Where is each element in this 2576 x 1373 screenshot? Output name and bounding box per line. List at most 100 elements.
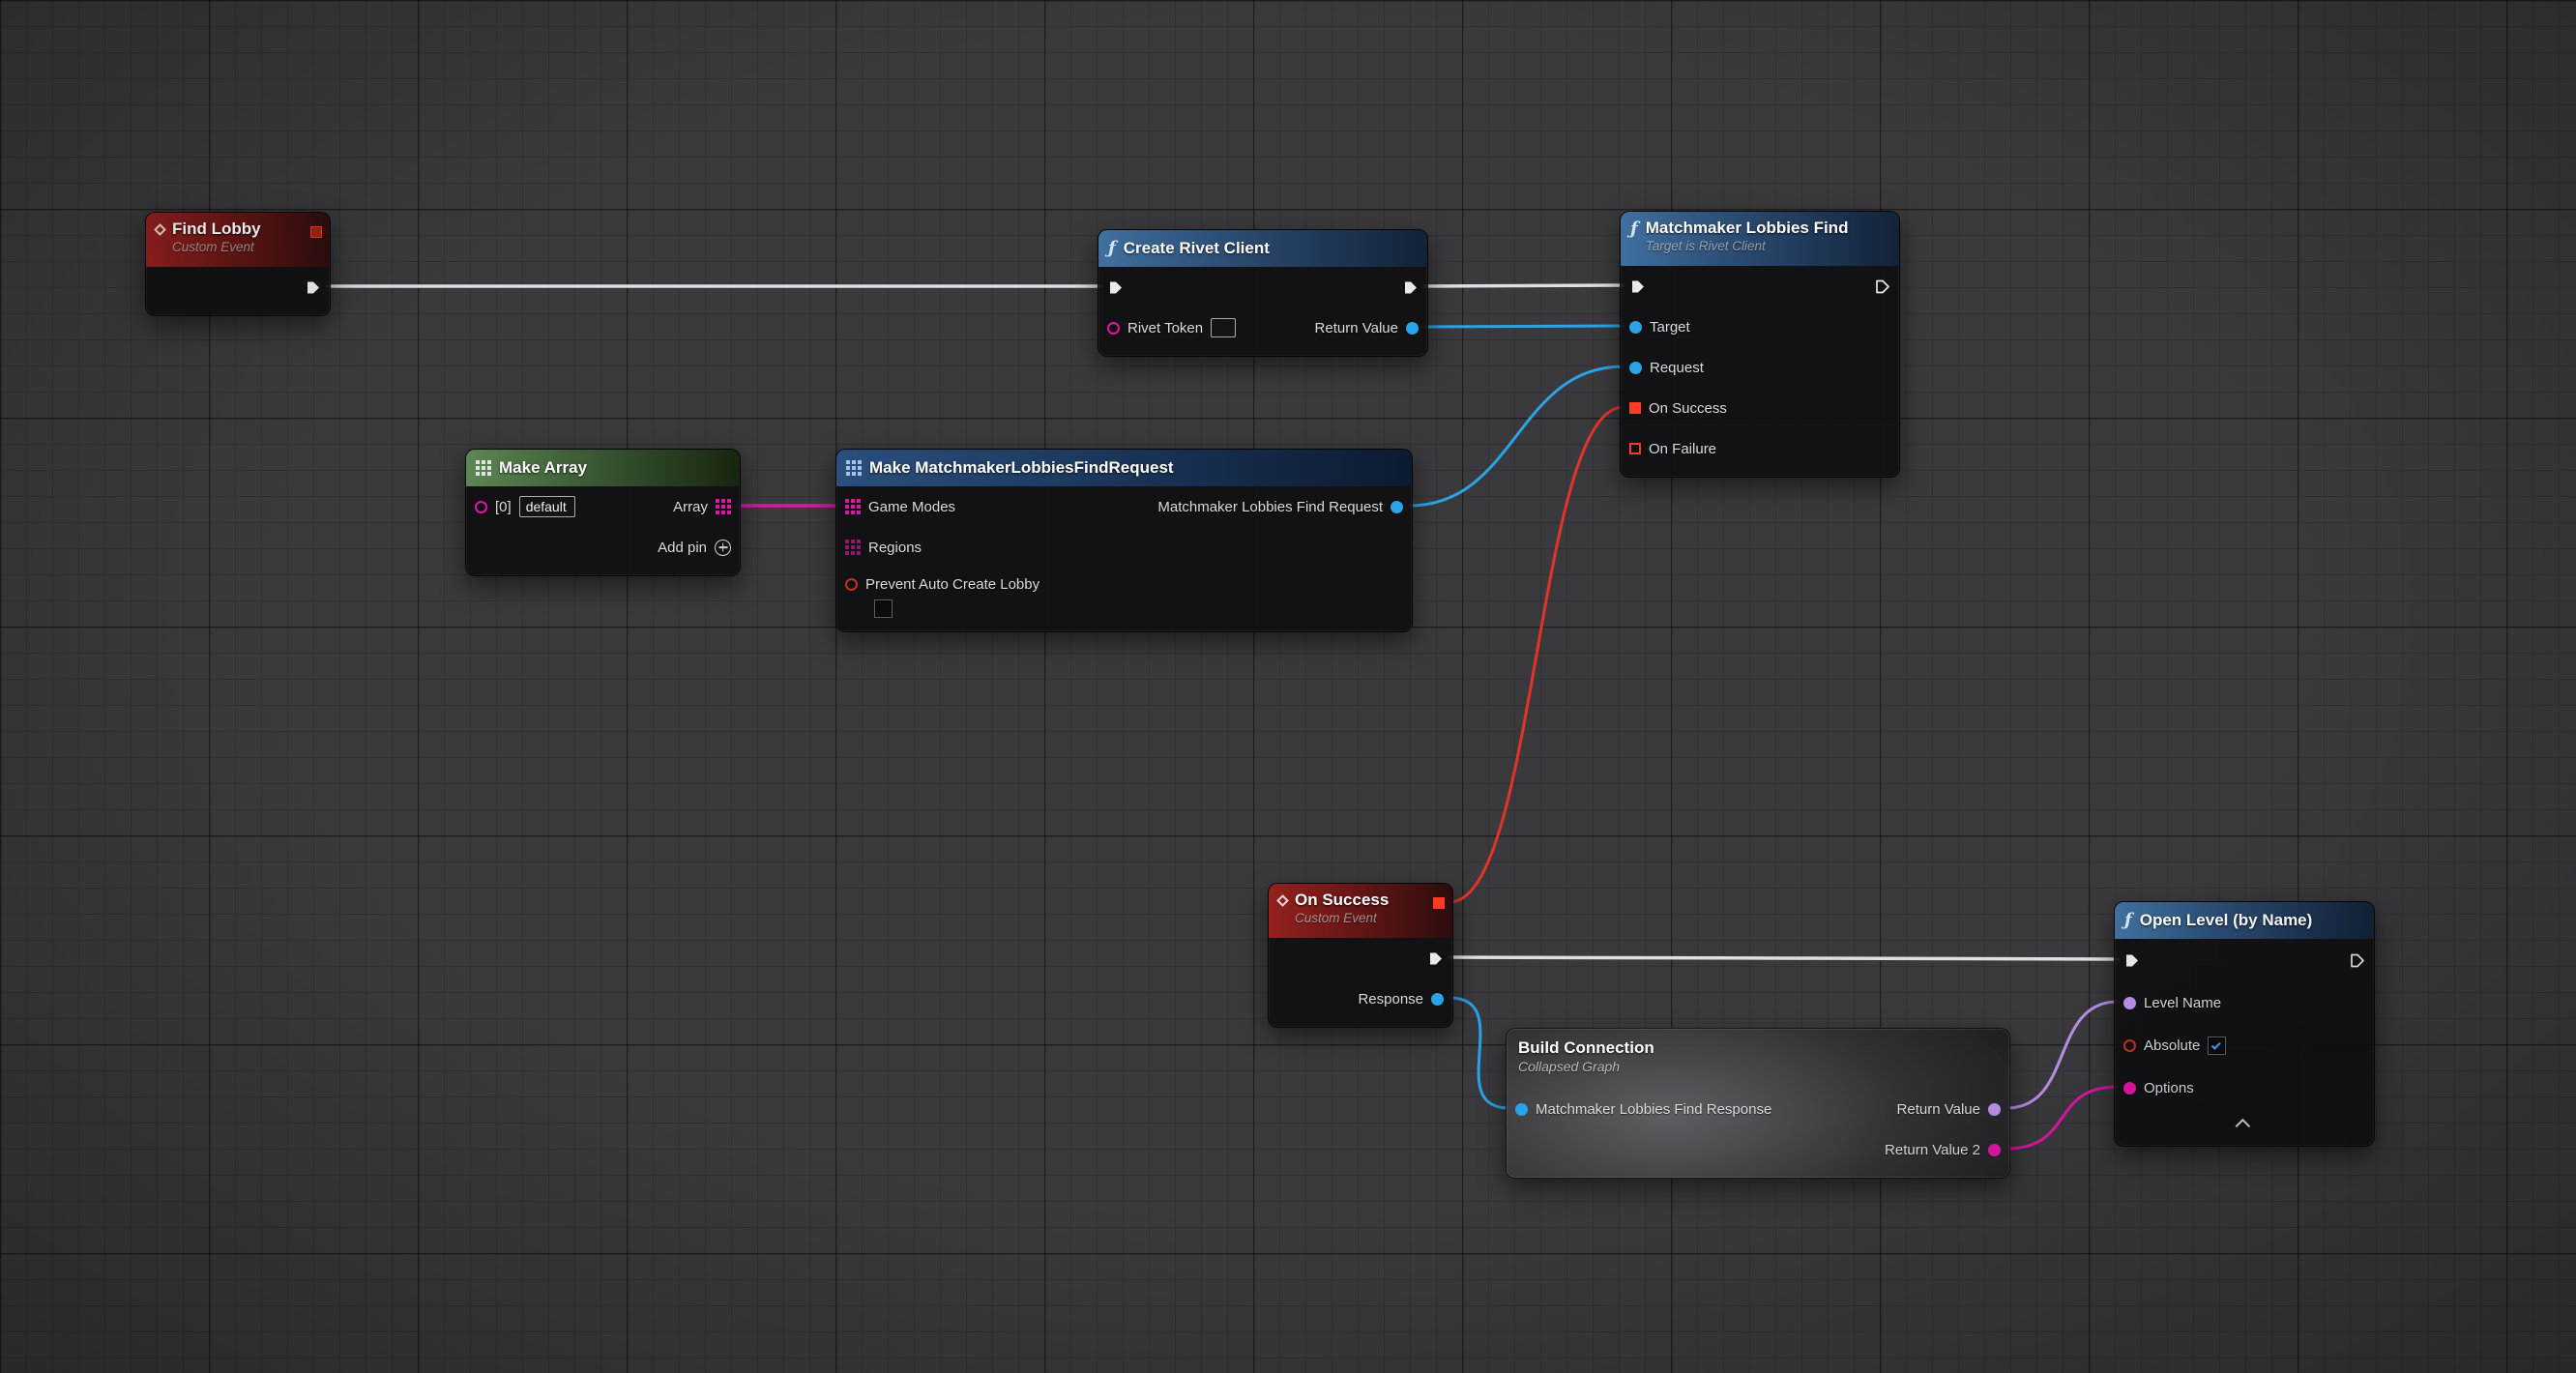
- on-success-delegate-pin[interactable]: On Success: [1629, 400, 1727, 417]
- node-find-lobby[interactable]: Find Lobby Custom Event: [145, 212, 331, 316]
- return-value-2-pin[interactable]: Return Value 2: [1885, 1142, 2001, 1158]
- pin-row: Rivet Token Return Value: [1098, 307, 1427, 348]
- string-pin-icon: [2123, 1082, 2136, 1095]
- custom-event-icon: [154, 223, 166, 236]
- bool-pin-icon: [845, 578, 858, 591]
- rivet-token-pin[interactable]: Rivet Token: [1107, 318, 1236, 337]
- node-body: Game Modes Matchmaker Lobbies Find Reque…: [836, 486, 1412, 631]
- on-failure-delegate-pin[interactable]: On Failure: [1629, 441, 1716, 457]
- options-pin[interactable]: Options: [2123, 1080, 2194, 1096]
- add-pin-plus-icon: [715, 540, 731, 556]
- node-header[interactable]: On Success Custom Event: [1269, 884, 1452, 938]
- delegate-output-pin[interactable]: [1433, 897, 1445, 909]
- delegate-output-pin[interactable]: [310, 226, 322, 238]
- function-icon: ƒ: [1108, 240, 1116, 257]
- exec-arrow-icon: [1402, 279, 1419, 296]
- pin-row: Response: [1269, 979, 1452, 1019]
- pin-label: Level Name: [2144, 995, 2221, 1011]
- node-header[interactable]: Make MatchmakerLobbiesFindRequest: [836, 450, 1412, 486]
- node-header[interactable]: Build Connection Collapsed Graph: [1507, 1029, 2009, 1089]
- collapse-chevron-icon[interactable]: [2235, 1118, 2250, 1133]
- pin-row: Regions: [836, 527, 1412, 568]
- exec-in-pin[interactable]: [2123, 952, 2140, 969]
- node-body: [0] default Array Add pin: [466, 486, 740, 575]
- function-icon: ƒ: [2124, 912, 2132, 929]
- exec-in-pin[interactable]: [1629, 278, 1646, 295]
- response-pin[interactable]: Response: [1358, 991, 1444, 1008]
- pin-row: Game Modes Matchmaker Lobbies Find Reque…: [836, 486, 1412, 527]
- exec-out-pin[interactable]: [1874, 278, 1890, 295]
- node-body: Rivet Token Return Value: [1098, 267, 1427, 356]
- regions-pin[interactable]: Regions: [845, 540, 922, 556]
- exec-arrow-hollow-icon: [2349, 952, 2365, 969]
- exec-out-pin[interactable]: [1402, 279, 1419, 296]
- return-value-pin[interactable]: Return Value: [1315, 320, 1419, 336]
- pin-row: [2115, 939, 2374, 981]
- object-pin-icon: [1629, 321, 1642, 334]
- blueprint-graph-canvas[interactable]: Find Lobby Custom Event ƒ Create Rivet C…: [0, 0, 2576, 1373]
- level-name-pin[interactable]: Level Name: [2123, 995, 2221, 1011]
- node-subtitle: Target is Rivet Client: [1646, 239, 1849, 253]
- request-pin[interactable]: Request: [1629, 360, 1704, 376]
- node-title: Make Array: [499, 458, 587, 478]
- node-create-rivet-client[interactable]: ƒ Create Rivet Client Rivet Token Re: [1098, 229, 1428, 357]
- exec-out-pin[interactable]: [2349, 952, 2365, 969]
- node-open-level[interactable]: ƒ Open Level (by Name) Level Name: [2114, 901, 2375, 1147]
- array-pin-icon: [716, 499, 731, 514]
- node-header[interactable]: ƒ Matchmaker Lobbies Find Target is Rive…: [1621, 212, 1899, 266]
- prevent-auto-create-lobby-pin[interactable]: Prevent Auto Create Lobby: [845, 571, 1403, 597]
- pin-label: Absolute: [2144, 1037, 2200, 1054]
- vignette-overlay: [0, 0, 2576, 1373]
- exec-in-pin[interactable]: [1107, 279, 1124, 296]
- header-text: On Success Custom Event: [1295, 891, 1389, 925]
- bool-pin-icon: [2123, 1039, 2136, 1052]
- request-output-pin[interactable]: Matchmaker Lobbies Find Request: [1157, 499, 1403, 515]
- node-on-success-event[interactable]: On Success Custom Event Response: [1268, 883, 1453, 1028]
- node-header[interactable]: ƒ Create Rivet Client: [1098, 230, 1427, 267]
- node-matchmaker-lobbies-find[interactable]: ƒ Matchmaker Lobbies Find Target is Rive…: [1620, 211, 1900, 478]
- response-input-pin[interactable]: Matchmaker Lobbies Find Response: [1515, 1101, 1771, 1118]
- object-pin-icon: [1629, 362, 1642, 374]
- exec-arrow-icon: [1629, 278, 1646, 295]
- delegate-pin-hollow-icon: [1629, 443, 1641, 454]
- node-subtitle: Custom Event: [172, 240, 261, 254]
- make-struct-icon: [846, 460, 862, 476]
- collapse-row: [2115, 1109, 2374, 1138]
- add-pin-button[interactable]: Add pin: [658, 540, 731, 556]
- node-make-matchmaker-lobbies-find-request[interactable]: Make MatchmakerLobbiesFindRequest Game M…: [835, 449, 1413, 632]
- string-pin-icon: [1988, 1144, 2001, 1156]
- pin-row: [1098, 267, 1427, 307]
- absolute-checkbox[interactable]: [2208, 1037, 2226, 1055]
- array-icon: [476, 460, 491, 476]
- rivet-token-input[interactable]: [1211, 318, 1236, 337]
- game-modes-pin[interactable]: Game Modes: [845, 499, 955, 515]
- object-pin-icon: [1390, 501, 1403, 513]
- node-body: Response: [1269, 938, 1452, 1027]
- array-element-0-input[interactable]: default: [519, 496, 575, 517]
- node-build-connection[interactable]: Build Connection Collapsed Graph Matchma…: [1506, 1028, 2010, 1179]
- prevent-auto-create-lobby-checkbox[interactable]: [874, 599, 893, 618]
- node-header[interactable]: Find Lobby Custom Event: [146, 213, 330, 267]
- target-pin[interactable]: Target: [1629, 319, 1690, 336]
- pin-label: Regions: [868, 540, 922, 556]
- absolute-pin[interactable]: Absolute: [2123, 1037, 2226, 1055]
- pin-row: Options: [2115, 1066, 2374, 1109]
- node-body: Target Request On Success On Failure: [1621, 266, 1899, 477]
- check-mark-icon: [2211, 1039, 2221, 1049]
- exec-out-pin[interactable]: [1427, 950, 1444, 967]
- pin-label: Response: [1358, 991, 1423, 1008]
- pin-label: Options: [2144, 1080, 2194, 1096]
- node-header[interactable]: Make Array: [466, 450, 740, 486]
- node-header[interactable]: ƒ Open Level (by Name): [2115, 902, 2374, 939]
- node-body: Matchmaker Lobbies Find Response Return …: [1507, 1089, 2009, 1178]
- pin-row: [0] default Array: [466, 486, 740, 527]
- pin-label: Return Value: [1897, 1101, 1980, 1118]
- node-title: On Success: [1295, 891, 1389, 910]
- exec-out-pin[interactable]: [305, 279, 321, 296]
- array-output-pin[interactable]: Array: [673, 499, 731, 515]
- return-value-pin[interactable]: Return Value: [1897, 1101, 2001, 1118]
- node-make-array[interactable]: Make Array [0] default Array Add pin: [465, 449, 741, 576]
- array-element-0-pin[interactable]: [0] default: [475, 496, 575, 517]
- pin-row: Matchmaker Lobbies Find Response Return …: [1507, 1089, 2009, 1129]
- pin-label: Rivet Token: [1127, 320, 1203, 336]
